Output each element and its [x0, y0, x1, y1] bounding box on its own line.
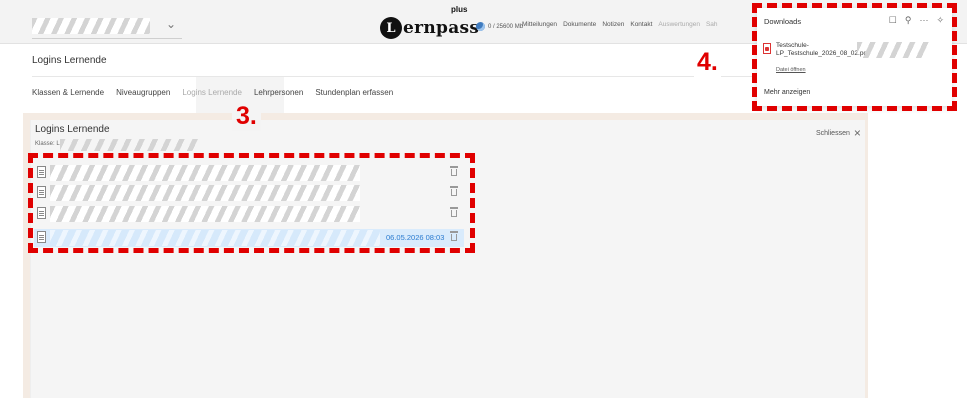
annotation-label-4: 4. [694, 48, 721, 77]
tab-lehrpersonen[interactable]: Lehrpersonen [254, 88, 303, 97]
close-button[interactable]: Schliessen × [816, 126, 861, 140]
storage-indicator: 0 / 25600 Mb [476, 22, 523, 31]
annotation-label-3: 3. [232, 102, 261, 131]
redacted-klasse-name [60, 139, 200, 151]
storage-icon [476, 22, 485, 31]
nav-sah[interactable]: Sah [706, 21, 718, 28]
redacted-school-name [32, 18, 150, 34]
nav-auswertungen[interactable]: Auswertungen [658, 21, 700, 28]
logo-plus: plus [451, 5, 468, 14]
annotation-box-3 [28, 153, 475, 253]
storage-text: 0 / 25600 Mb [488, 23, 524, 30]
tab-stundenplan-erfassen[interactable]: Stundenplan erfassen [315, 88, 393, 97]
logo-text: ernpass [403, 18, 480, 38]
tab-logins-lernende[interactable]: Logins Lernende [182, 88, 242, 97]
top-nav: Mitteilungen Dokumente Notizen Kontakt A… [522, 21, 718, 28]
tab-bar: Klassen & Lernende Niveaugruppen Logins … [32, 88, 393, 97]
card-title: Logins Lernende [35, 124, 110, 135]
page-title: Logins Lernende [32, 55, 107, 66]
chevron-down-icon[interactable]: ⌄ [166, 17, 176, 31]
logo-initial: L [380, 17, 402, 39]
tab-niveaugruppen[interactable]: Niveaugruppen [116, 88, 170, 97]
divider [32, 76, 777, 77]
school-select[interactable]: ⌄ [32, 15, 182, 39]
tab-klassen-lernende[interactable]: Klassen & Lernende [32, 88, 104, 97]
klasse-info: Klasse: L [35, 139, 215, 151]
klasse-label: Klasse: L [35, 141, 60, 147]
lernpass-logo[interactable]: L ernpass plus [380, 5, 480, 39]
annotation-box-4 [752, 3, 957, 111]
close-label: Schliessen [816, 129, 850, 137]
nav-mitteilungen[interactable]: Mitteilungen [522, 21, 557, 28]
nav-kontakt[interactable]: Kontakt [630, 21, 652, 28]
nav-dokumente[interactable]: Dokumente [563, 21, 596, 28]
close-icon: × [853, 126, 861, 140]
nav-notizen[interactable]: Notizen [602, 21, 624, 28]
